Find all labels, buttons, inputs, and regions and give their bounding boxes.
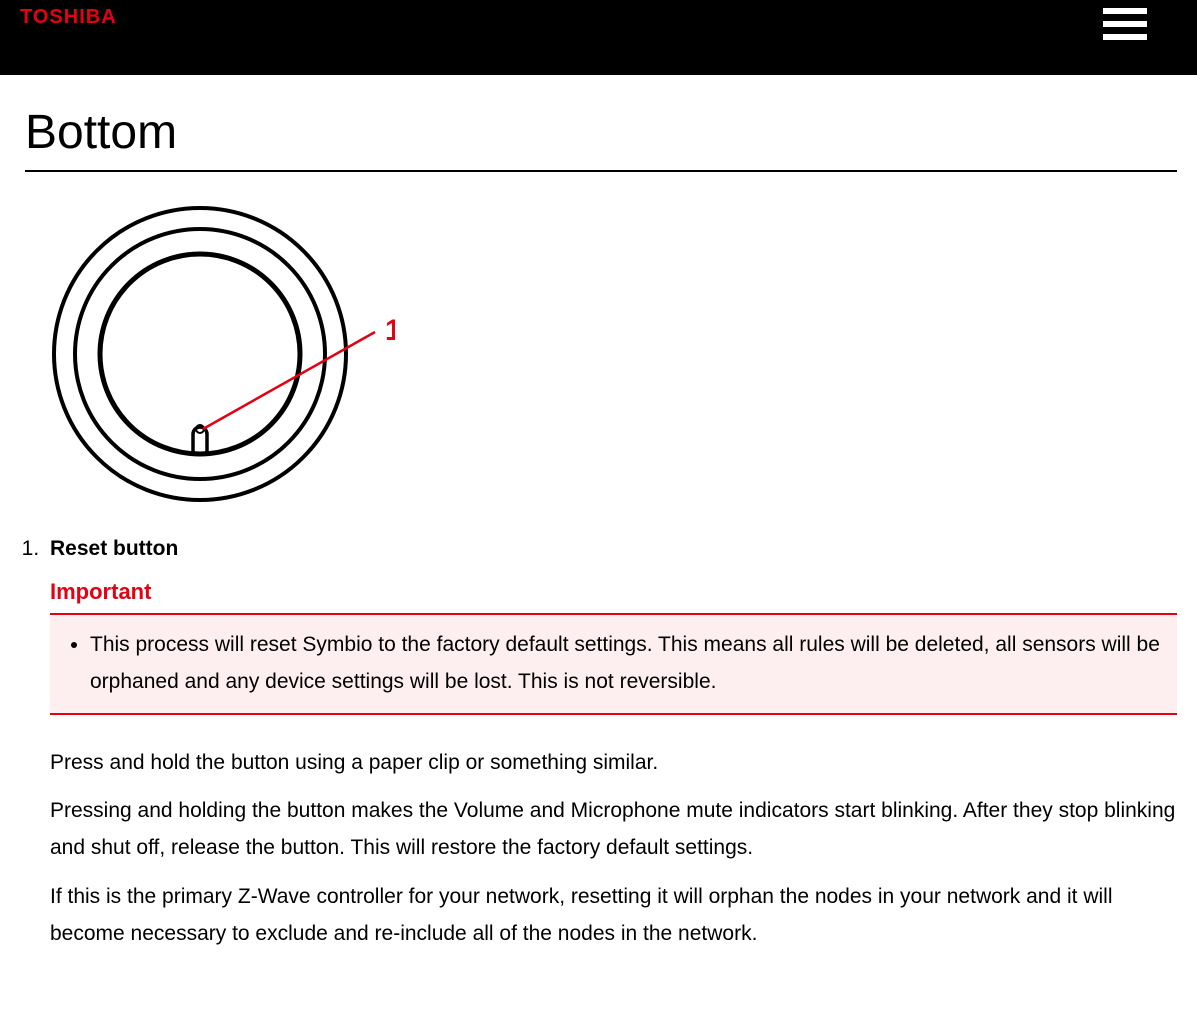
important-label: Important bbox=[50, 579, 1177, 605]
item-heading: Reset button bbox=[50, 537, 1177, 561]
paragraph: Pressing and holding the button makes th… bbox=[50, 793, 1177, 867]
important-box: This process will reset Symbio to the fa… bbox=[50, 613, 1177, 715]
page-title: Bottom bbox=[25, 105, 1177, 160]
diagram-callout-label: 1 bbox=[385, 314, 395, 347]
body-text: Press and hold the button using a paper … bbox=[50, 745, 1177, 953]
item-list: Reset button Important This process will… bbox=[25, 537, 1177, 952]
hamburger-menu-icon[interactable] bbox=[1103, 8, 1147, 40]
title-divider bbox=[25, 170, 1177, 172]
important-text: This process will reset Symbio to the fa… bbox=[90, 627, 1167, 701]
header: TOSHIBA bbox=[0, 0, 1197, 75]
paragraph: Press and hold the button using a paper … bbox=[50, 745, 1177, 782]
list-item: Reset button Important This process will… bbox=[45, 537, 1177, 952]
logo[interactable]: TOSHIBA bbox=[20, 6, 117, 29]
paragraph: If this is the primary Z-Wave controller… bbox=[50, 879, 1177, 953]
device-bottom-diagram: 1 bbox=[25, 202, 1177, 512]
content: Bottom 1 Reset button Important This pro… bbox=[0, 75, 1197, 994]
